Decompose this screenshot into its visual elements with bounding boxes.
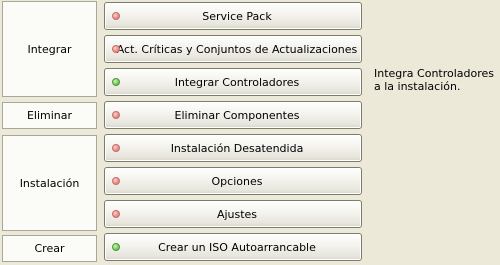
- status-led-icon: [112, 243, 120, 251]
- integrate-drivers-button[interactable]: Integrar Controladores: [104, 68, 362, 96]
- button-label: Eliminar Componentes: [174, 108, 300, 122]
- status-led-icon: [112, 78, 120, 86]
- button-label: Service Pack: [202, 9, 272, 23]
- unattended-install-button[interactable]: Instalación Desatendida: [104, 134, 362, 162]
- group-crear: Crear: [2, 235, 97, 262]
- button-label: Opciones: [211, 174, 263, 188]
- create-bootable-iso-button[interactable]: Crear un ISO Autoarrancable: [104, 233, 362, 261]
- status-led-icon: [112, 144, 120, 152]
- status-led-icon: [112, 111, 120, 119]
- group-integrar-label: Integrar: [27, 42, 72, 56]
- button-label: Integrar Controladores: [174, 75, 300, 89]
- task-description: Integra Controladores a la instalación.: [374, 67, 495, 93]
- remove-components-button[interactable]: Eliminar Componentes: [104, 101, 362, 129]
- status-led-icon: [112, 210, 120, 218]
- group-crear-label: Crear: [34, 242, 65, 255]
- options-button[interactable]: Opciones: [104, 167, 362, 195]
- group-eliminar: Eliminar: [2, 102, 97, 129]
- group-integrar: Integrar: [2, 1, 97, 97]
- button-label: Ajustes: [216, 207, 258, 221]
- button-label: Instalación Desatendida: [170, 141, 304, 155]
- status-led-icon: [112, 45, 120, 53]
- status-led-icon: [112, 12, 120, 20]
- button-label: Act. Críticas y Conjuntos de Actualizaci…: [116, 42, 358, 56]
- status-led-icon: [112, 177, 120, 185]
- critical-updates-button[interactable]: Act. Críticas y Conjuntos de Actualizaci…: [104, 35, 362, 63]
- button-label: Crear un ISO Autoarrancable: [158, 240, 316, 254]
- group-instalacion-label: Instalación: [19, 176, 80, 190]
- group-eliminar-label: Eliminar: [26, 109, 73, 122]
- tweaks-button[interactable]: Ajustes: [104, 200, 362, 228]
- group-instalacion: Instalación: [2, 135, 97, 231]
- service-pack-button[interactable]: Service Pack: [104, 2, 362, 30]
